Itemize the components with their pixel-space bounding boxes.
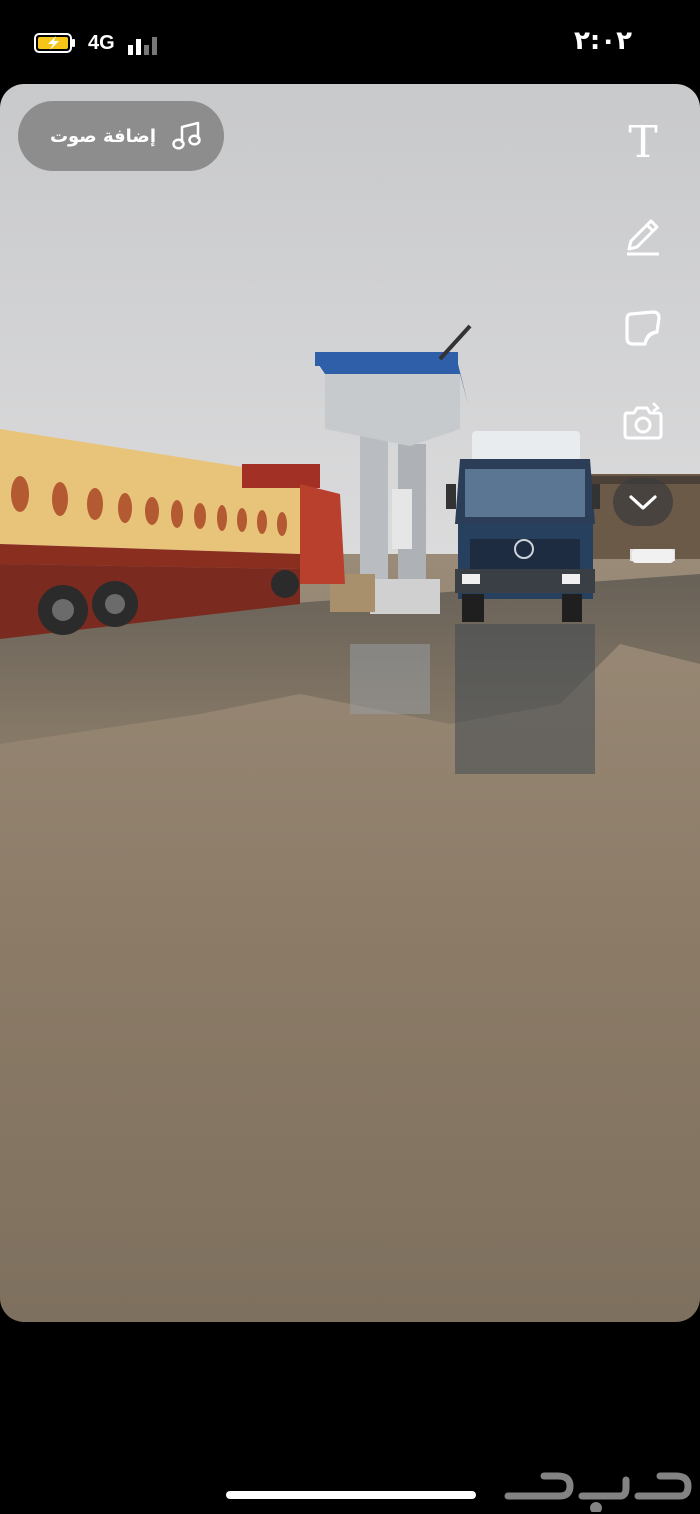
text-icon: T [628,116,658,168]
status-bar: 4G ٢:٠٢ [0,0,700,84]
more-tools-button[interactable] [613,478,673,526]
snap-photo [0,84,700,1322]
pencil-icon [627,219,659,256]
clock: ٢:٠٢ [573,26,632,56]
network-type: 4G [88,32,115,54]
text-tool-button[interactable]: T [617,116,669,168]
add-sound-label: إضافة صوت [49,125,156,147]
sticker-icon [625,310,661,346]
chevron-down-icon [629,495,657,510]
camera-timer-button[interactable] [617,395,669,447]
signal-strength-icon [128,37,157,55]
camera-timer-icon [623,402,663,440]
draw-tool-button[interactable] [617,209,669,261]
music-note-icon [172,121,201,150]
sticker-tool-button[interactable] [617,302,669,354]
battery-charging-icon [34,33,75,53]
home-indicator[interactable] [226,1491,476,1499]
haraj-watermark-logo [504,1472,692,1512]
add-sound-button[interactable]: إضافة صوت [18,101,224,171]
